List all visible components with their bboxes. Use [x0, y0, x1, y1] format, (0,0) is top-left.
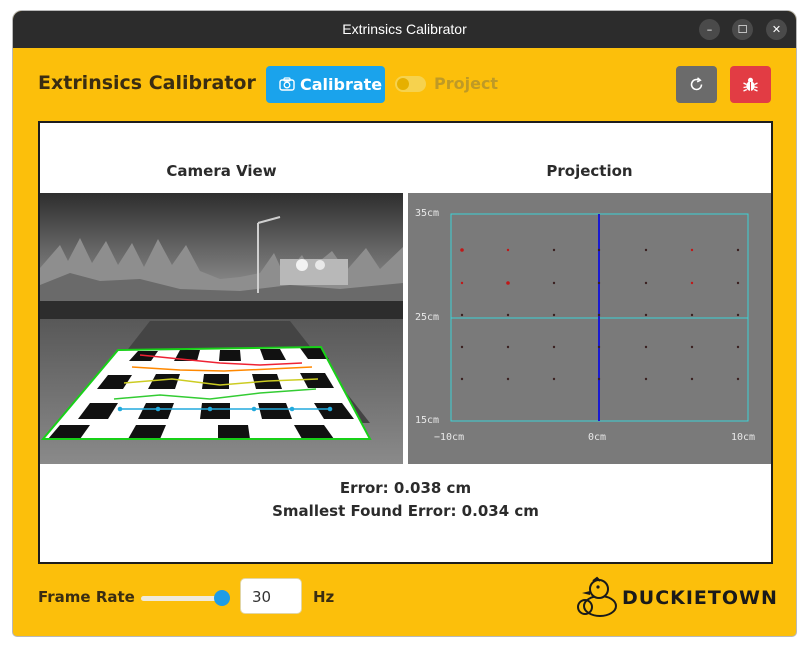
projection-point: [597, 313, 601, 317]
projection-point: [644, 313, 648, 317]
projection-point: [736, 248, 740, 252]
projection-point: [597, 281, 601, 285]
duckietown-logo: DUCKIETOWN: [574, 573, 777, 619]
projection-title: Projection: [546, 162, 633, 180]
frame-rate-label: Frame Rate: [38, 588, 135, 606]
project-label: Project: [434, 74, 499, 93]
y-tick-label: 15cm: [415, 415, 439, 426]
projection-point: [506, 248, 510, 252]
projection-point: [690, 377, 694, 381]
duck-icon: [577, 576, 617, 617]
camera-view-image: [40, 193, 403, 464]
minimize-button[interactable]: –: [699, 19, 720, 40]
projection-point: [644, 248, 648, 252]
project-toggle[interactable]: [395, 76, 426, 92]
x-tick-label: −10cm: [434, 432, 464, 443]
projection-point: [506, 313, 510, 317]
projection-point: [552, 281, 556, 285]
smallest-error-text: Smallest Found Error: 0.034 cm: [272, 502, 539, 520]
reset-button[interactable]: [676, 66, 717, 103]
projection-point: [690, 345, 694, 349]
frame-rate-slider[interactable]: [141, 590, 231, 606]
projection-point: [736, 313, 740, 317]
calibrate-label: Calibrate: [300, 75, 383, 94]
close-button[interactable]: ✕: [766, 19, 787, 40]
projection-point: [552, 345, 556, 349]
y-tick-label: 25cm: [415, 312, 439, 323]
projection-point: [644, 377, 648, 381]
projection-point: [552, 377, 556, 381]
projection-point: [690, 281, 694, 285]
projection-background: [408, 193, 771, 464]
app-title: Extrinsics Calibrator: [38, 72, 256, 94]
bug-icon: [743, 77, 758, 92]
projection-point: [644, 281, 648, 285]
y-tick-label: 35cm: [415, 208, 439, 219]
calibrate-button[interactable]: Calibrate: [266, 66, 385, 103]
toggle-knob: [397, 78, 409, 90]
camera-view-title: Camera View: [166, 162, 277, 180]
main-panel: Camera View Projection 35cm 25cm 15cm −1…: [38, 121, 773, 564]
projection-point: [460, 281, 464, 285]
projection-point: [644, 345, 648, 349]
projection-point: [552, 313, 556, 317]
projection-point: [506, 345, 510, 349]
projection-point: [460, 377, 464, 381]
projection-point: [552, 248, 556, 252]
title-bar[interactable]: Extrinsics Calibrator – ☐ ✕: [13, 11, 796, 48]
projection-point: [690, 248, 694, 252]
refresh-icon: [690, 77, 703, 91]
error-text: Error: 0.038 cm: [339, 479, 472, 497]
projection-point: [736, 281, 740, 285]
x-tick-label: 0cm: [588, 432, 606, 443]
projection-point: [736, 345, 740, 349]
camera-icon: [279, 77, 295, 91]
frame-rate-input[interactable]: 30: [240, 578, 302, 614]
projection-point: [736, 377, 740, 381]
frame-rate-unit: Hz: [313, 588, 335, 606]
projection-point: [597, 248, 601, 252]
app-window: Extrinsics Calibrator – ☐ ✕ Extrinsics C…: [13, 11, 796, 636]
projection-point: [460, 248, 464, 252]
projection-point: [597, 377, 601, 381]
projection-point: [460, 345, 464, 349]
maximize-button[interactable]: ☐: [732, 19, 753, 40]
slider-thumb[interactable]: [214, 590, 231, 606]
projection-plot: 35cm 25cm 15cm −10cm 0cm 10cm: [408, 193, 771, 464]
projection-point: [460, 313, 464, 317]
projection-point: [690, 313, 694, 317]
projection-point: [506, 281, 510, 285]
debug-button[interactable]: [730, 66, 771, 103]
x-tick-label: 10cm: [731, 432, 755, 443]
projection-point: [597, 345, 601, 349]
logo-text: DUCKIETOWN: [622, 587, 778, 609]
slider-track[interactable]: [141, 596, 225, 601]
projection-point: [506, 377, 510, 381]
window-title: Extrinsics Calibrator: [342, 21, 467, 37]
